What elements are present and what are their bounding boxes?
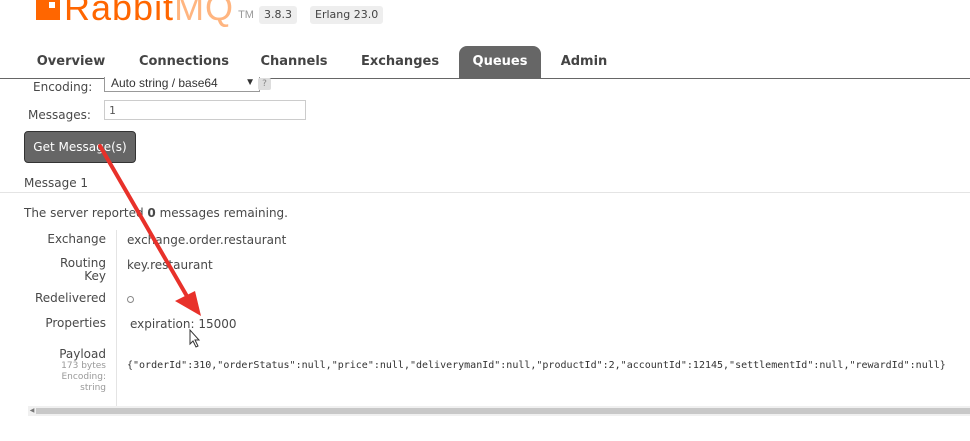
redelivered-label: Redelivered <box>34 291 106 305</box>
tab-admin[interactable]: Admin <box>552 46 616 78</box>
messages-remaining-text: The server reported 0 messages remaining… <box>24 206 288 220</box>
encoding-label: Encoding: <box>33 80 93 94</box>
messages-label: Messages: <box>28 108 91 122</box>
expiration-value: 15000 <box>198 317 237 331</box>
section-divider <box>0 192 970 193</box>
scroll-left-icon[interactable]: ◀ <box>28 406 36 416</box>
encoding-help-icon[interactable]: ? <box>258 78 271 90</box>
tab-overview[interactable]: Overview <box>26 46 116 78</box>
logo-text: RabbitMQ <box>64 0 235 28</box>
tab-connections[interactable]: Connections <box>131 46 237 78</box>
encoding-select[interactable]: Auto string / base64 ▼ <box>104 77 260 92</box>
erlang-version-badge: Erlang 23.0 <box>310 6 384 24</box>
payload-encoding-value: string <box>80 383 106 393</box>
property-expiration: expiration: 15000 <box>130 317 237 331</box>
properties-label: Properties <box>45 316 106 330</box>
rabbitmq-logo[interactable]: RabbitMQ TM <box>36 0 254 28</box>
routing-key-label: Routing Key <box>59 256 106 283</box>
tab-queues[interactable]: Queues <box>459 46 541 78</box>
rabbitmq-version-badge: 3.8.3 <box>259 6 297 24</box>
payload-size: 173 bytes <box>61 361 106 371</box>
tab-channels[interactable]: Channels <box>252 46 336 78</box>
payload-encoding-label: Encoding: <box>61 372 106 382</box>
payload-label: Payload <box>59 347 106 361</box>
mouse-cursor-icon <box>189 328 201 348</box>
details-column-divider <box>116 230 117 406</box>
rabbitmq-logo-icon <box>36 0 60 20</box>
remaining-count: 0 <box>147 206 156 220</box>
logo-tm: TM <box>238 9 254 21</box>
message-header: Message 1 <box>24 176 89 190</box>
scrollbar-thumb[interactable] <box>36 408 970 414</box>
routing-key-value: key.restaurant <box>127 258 213 272</box>
tab-exchanges[interactable]: Exchanges <box>352 46 448 78</box>
chevron-down-icon: ▼ <box>245 77 255 88</box>
redelivered-false-icon <box>127 296 134 303</box>
exchange-label: Exchange <box>47 232 106 246</box>
exchange-value: exchange.order.restaurant <box>127 233 287 247</box>
encoding-select-value: Auto string / base64 <box>111 77 218 90</box>
messages-count-input[interactable] <box>104 100 306 120</box>
main-nav-tabs: Overview Connections Channels Exchanges … <box>0 46 970 79</box>
horizontal-scrollbar[interactable]: ◀ <box>28 406 970 416</box>
get-messages-button[interactable]: Get Message(s) <box>24 131 136 163</box>
payload-value: {"orderId":310,"orderStatus":null,"price… <box>127 360 946 371</box>
